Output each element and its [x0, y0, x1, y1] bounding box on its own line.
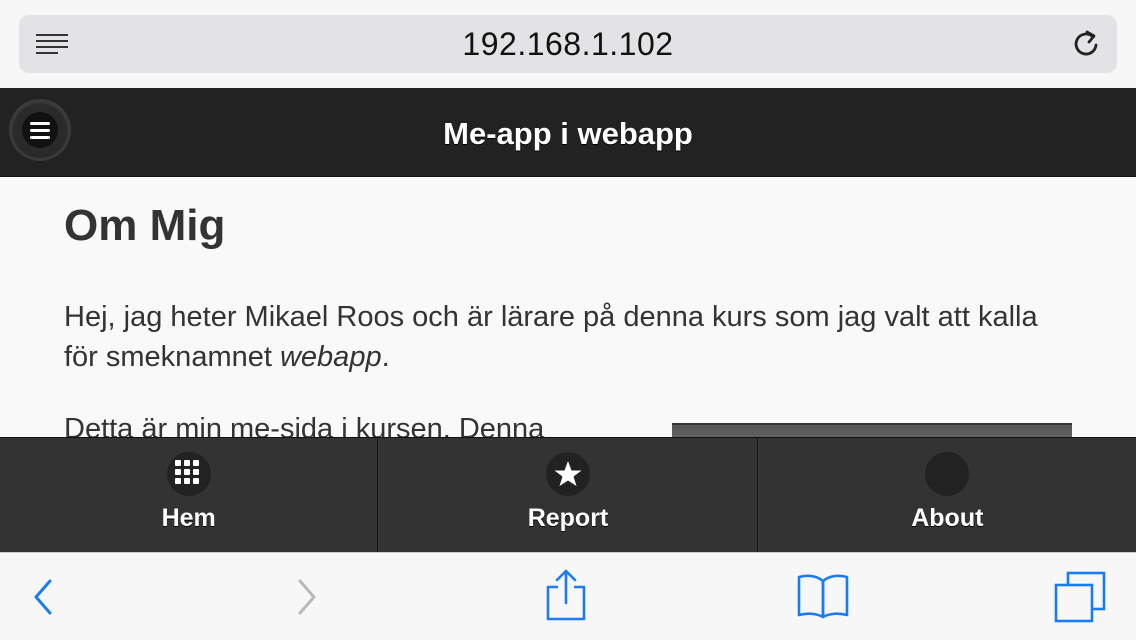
- grid-icon: [166, 452, 211, 496]
- tab-label: Hem: [161, 504, 216, 532]
- url-text[interactable]: 192.168.1.102: [0, 26, 1136, 63]
- forward-chevron-icon[interactable]: [294, 577, 320, 617]
- circle-icon: [925, 452, 970, 496]
- second-paragraph: Detta är min me-sida i kursen. Denna: [64, 413, 545, 437]
- tab-bar: Hem Report About: [0, 437, 1136, 552]
- tab-report[interactable]: Report: [378, 438, 758, 552]
- star-icon: [545, 452, 590, 496]
- bookmarks-book-icon[interactable]: [796, 571, 850, 619]
- reload-icon[interactable]: [1070, 28, 1102, 60]
- tab-label: About: [911, 504, 984, 532]
- share-icon[interactable]: [544, 567, 588, 623]
- page-title: Om Mig: [64, 201, 226, 250]
- profile-photo: [672, 423, 1072, 437]
- page-content: Om Mig Hej, jag heter Mikael Roos och är…: [0, 177, 1136, 437]
- tab-hem[interactable]: Hem: [0, 438, 379, 552]
- tab-label: Report: [527, 504, 609, 532]
- intro-paragraph: Hej, jag heter Mikael Roos och är lärare…: [64, 297, 1074, 377]
- tabs-icon[interactable]: [1054, 571, 1106, 623]
- app-title: Me-app i webapp: [443, 116, 693, 151]
- intro-text: Hej, jag heter Mikael Roos och är lärare…: [64, 301, 1038, 373]
- intro-emphasis: webapp: [279, 341, 382, 373]
- browser-bottom-toolbar: [0, 552, 1136, 640]
- intro-end: .: [381, 341, 390, 373]
- tab-about[interactable]: About: [757, 438, 1136, 552]
- browser-top-bar: 192.168.1.102: [0, 0, 1136, 88]
- back-chevron-icon[interactable]: [30, 577, 56, 617]
